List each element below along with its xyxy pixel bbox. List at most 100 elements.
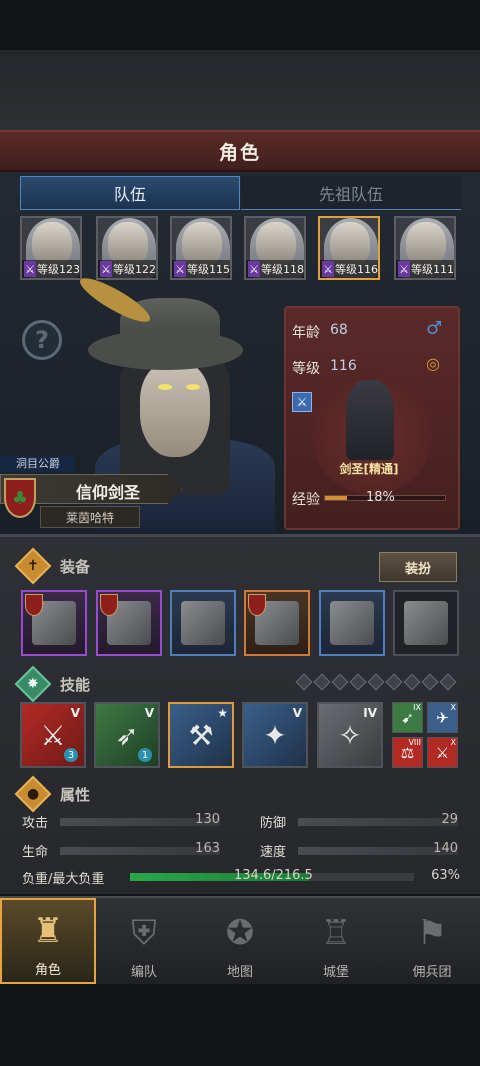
nav-label: 佣兵团: [412, 965, 452, 980]
roster-hero-5[interactable]: ⚔ 等级116: [318, 216, 380, 280]
shield-icon: ♣: [4, 478, 36, 518]
equip-slot-3[interactable]: [170, 590, 236, 656]
equipment-item-icon: [404, 601, 448, 645]
nav-label: 角色: [34, 963, 61, 978]
attributes-title: 属性: [60, 785, 91, 804]
hero-level-bar: ⚔ 等级118: [246, 260, 304, 278]
class-figure: [346, 380, 394, 460]
nav-castle[interactable]: ♖ 城堡: [288, 898, 384, 984]
class-name: 剑圣[精通]: [339, 462, 399, 476]
nav-mercenary[interactable]: ⚑ 佣兵团: [384, 898, 480, 984]
age-label: 年龄: [292, 325, 320, 341]
attributes-header: ● 属性: [14, 775, 460, 813]
flag-icon: [100, 594, 118, 616]
hero-level: 等级116: [335, 263, 378, 276]
skill-rank: ★: [217, 706, 228, 720]
character-name[interactable]: 信仰剑圣: [76, 479, 140, 503]
skill-slot-3[interactable]: ⚒ ★: [168, 702, 234, 768]
equip-slot-1[interactable]: [21, 590, 87, 656]
attack-label: 攻击: [22, 816, 49, 831]
age-value: 68: [330, 322, 348, 338]
roster-hero-2[interactable]: ⚔ 等级122: [96, 216, 158, 280]
speed-label: 速度: [260, 845, 287, 860]
exp-bar-fill: [325, 496, 347, 500]
roster-hero-1[interactable]: ⚔ 等级123: [20, 216, 82, 280]
hero-level-bar: ⚔ 等级115: [172, 260, 230, 278]
skill-rank: V: [70, 706, 80, 720]
nav-map[interactable]: ✪ 地图: [192, 898, 288, 984]
roster-hero-6[interactable]: ⚔ 等级111: [394, 216, 456, 280]
tab-team[interactable]: 队伍: [20, 176, 240, 210]
help-icon[interactable]: ?: [22, 320, 62, 360]
skill-count: 1: [138, 748, 152, 762]
load-percent: 63%: [431, 868, 460, 883]
skill-icon: ⚔: [40, 718, 66, 752]
roster-hero-3[interactable]: ⚔ 等级115: [170, 216, 232, 280]
nav-character[interactable]: ♜ 角色: [0, 898, 96, 984]
formation-icon: ⛨: [131, 913, 157, 953]
skill-icon: ➶: [115, 718, 139, 752]
hp-label: 生命: [22, 845, 49, 860]
equip-slot-6[interactable]: [393, 590, 459, 656]
male-icon: ♂: [426, 318, 443, 339]
status-bar-area: [0, 0, 480, 50]
nav-formation[interactable]: ⛨ 编队: [96, 898, 192, 984]
equip-slot-4[interactable]: [244, 590, 310, 656]
ring-icon: ◎: [426, 354, 440, 373]
portrait-hat-brim: [88, 330, 243, 370]
mini-skill-4[interactable]: ⚔ X: [427, 737, 458, 768]
level-value: 116: [330, 358, 357, 374]
hero-level: 等级118: [261, 263, 304, 276]
skill-rank: V: [292, 706, 302, 720]
class-icon: ⚔: [398, 261, 410, 277]
class-icon: ⚔: [100, 261, 112, 277]
skill-rank: IV: [363, 706, 377, 720]
portrait-face: [140, 362, 210, 457]
castle-icon: ♖: [320, 913, 352, 953]
class-icon: ⚔: [248, 261, 260, 277]
load-value: 134.6/216.5: [234, 868, 313, 883]
mini-skill-icon: ➹: [401, 708, 414, 727]
skill-slot-4[interactable]: ✦ V: [242, 702, 308, 768]
page-title: 角色: [218, 141, 261, 164]
skill-slot-2[interactable]: ➶ V 1: [94, 702, 160, 768]
skill-count: 3: [64, 748, 78, 762]
mini-skill-2[interactable]: ✈ X: [427, 702, 458, 733]
hero-level-bar: ⚔ 等级116: [320, 260, 378, 278]
equip-slot-2[interactable]: [96, 590, 162, 656]
mini-skill-rank: VIII: [408, 738, 421, 747]
mini-skill-icon: ⚔: [435, 743, 450, 762]
mini-skill-3[interactable]: ⚖ VIII: [392, 737, 423, 768]
hero-level: 等级111: [411, 263, 454, 276]
background-top: [0, 50, 480, 130]
level-label: 等级: [292, 361, 320, 377]
skill-rank: V: [144, 706, 154, 720]
skills-title: 技能: [60, 675, 91, 694]
dress-up-button[interactable]: 装扮: [379, 552, 457, 582]
equipment-item-icon: [330, 601, 374, 645]
attack-value: 130: [195, 812, 220, 827]
equipment-item-icon: [181, 601, 225, 645]
nav-label: 编队: [130, 965, 157, 980]
mini-skill-1[interactable]: ➹ IX: [392, 702, 423, 733]
nav-label: 地图: [226, 965, 253, 980]
roster-hero-4[interactable]: ⚔ 等级118: [244, 216, 306, 280]
tab-ancestor-team[interactable]: 先祖队伍: [241, 176, 461, 210]
skill-icon: ✦: [263, 718, 287, 752]
skill-slot-5[interactable]: ✧ IV: [317, 702, 383, 768]
hero-level: 等级115: [187, 263, 230, 276]
hero-level: 等级123: [37, 263, 80, 276]
bottom-area: [0, 984, 480, 1066]
skill-slot-1[interactable]: ⚔ V 3: [20, 702, 86, 768]
map-icon: ✪: [225, 913, 255, 953]
flag-icon: [25, 594, 43, 616]
skill-icon: ✧: [338, 718, 362, 752]
skill-icon: ⚒: [188, 718, 214, 752]
character-icon: ♜: [32, 911, 64, 951]
equip-slot-5[interactable]: [319, 590, 385, 656]
equipment-title: 装备: [60, 557, 91, 576]
hero-level-bar: ⚔ 等级111: [396, 260, 454, 278]
portrait-eye: [186, 384, 200, 390]
title-bar: 角色: [0, 130, 480, 172]
mercenary-icon: ⚑: [416, 913, 448, 953]
